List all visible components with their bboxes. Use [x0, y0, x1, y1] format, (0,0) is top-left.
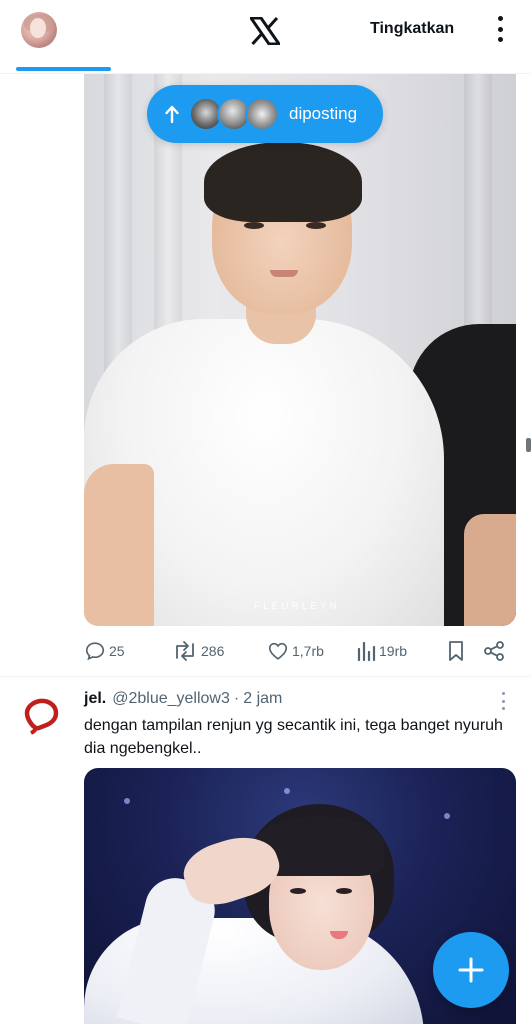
author-avatar[interactable] — [22, 695, 62, 735]
top-bar: Tingkatkan — [0, 0, 531, 74]
repost-button[interactable]: 286 — [172, 636, 224, 666]
post-action-bar: 25 286 1,7rb 19rb — [84, 636, 516, 666]
reply-count: 25 — [109, 643, 125, 659]
scrollbar-thumb[interactable] — [526, 438, 531, 452]
bookmark-button[interactable] — [446, 636, 466, 666]
avatar — [245, 97, 279, 131]
photo-eye — [306, 222, 326, 229]
bookmark-icon — [449, 641, 463, 661]
view-count: 19rb — [379, 643, 408, 659]
like-button[interactable]: 1,7rb — [267, 636, 324, 666]
photo-mouth — [270, 270, 298, 277]
more-vertical-icon[interactable] — [492, 14, 508, 44]
post-text: dengan tampilan renjun yg secantik ini, … — [84, 717, 503, 757]
new-posts-label: diposting — [289, 104, 358, 123]
media-watermark: FLEURLEYN — [254, 601, 340, 612]
post-more-icon[interactable] — [500, 692, 506, 710]
profile-avatar[interactable] — [21, 12, 57, 48]
views-chart-icon — [357, 641, 376, 662]
repost-icon — [176, 641, 194, 661]
stage-light — [444, 813, 450, 819]
photo-eye — [290, 888, 306, 894]
like-count: 1,7rb — [292, 643, 324, 659]
post-timestamp[interactable]: 2 jam — [243, 690, 282, 708]
new-posts-pill[interactable]: diposting — [147, 85, 383, 143]
active-tab-indicator — [16, 67, 111, 71]
pill-avatar-group — [189, 97, 279, 131]
photo-other-arm — [464, 514, 516, 626]
arrow-up-icon — [165, 105, 179, 123]
photo-person-arm — [84, 464, 154, 626]
plus-icon — [458, 957, 484, 983]
compose-post-button[interactable] — [433, 932, 509, 1008]
photo-person-hair — [204, 142, 362, 222]
heart-icon — [268, 642, 288, 660]
share-icon — [484, 641, 504, 661]
author-display-name[interactable]: jel. — [84, 690, 106, 708]
post-header: jel. @2blue_yellow3 · 2 jam — [84, 689, 282, 709]
reply-icon — [85, 642, 105, 661]
post-divider — [0, 676, 531, 677]
stage-light — [124, 798, 130, 804]
post-media-image[interactable]: FLEURLEYN — [84, 74, 516, 626]
avatar-face-shape — [30, 18, 46, 38]
views-button[interactable]: 19rb — [356, 636, 407, 666]
repost-count: 286 — [201, 643, 225, 659]
share-button[interactable] — [483, 636, 505, 666]
upgrade-button[interactable]: Tingkatkan — [370, 20, 454, 38]
stage-light — [284, 788, 290, 794]
reply-button[interactable]: 25 — [84, 636, 125, 666]
photo-eye — [244, 222, 264, 229]
x-logo-icon[interactable] — [248, 16, 282, 46]
photo-eye — [336, 888, 352, 894]
author-handle[interactable]: @2blue_yellow3 — [112, 690, 230, 708]
header-separator: · — [233, 690, 240, 707]
